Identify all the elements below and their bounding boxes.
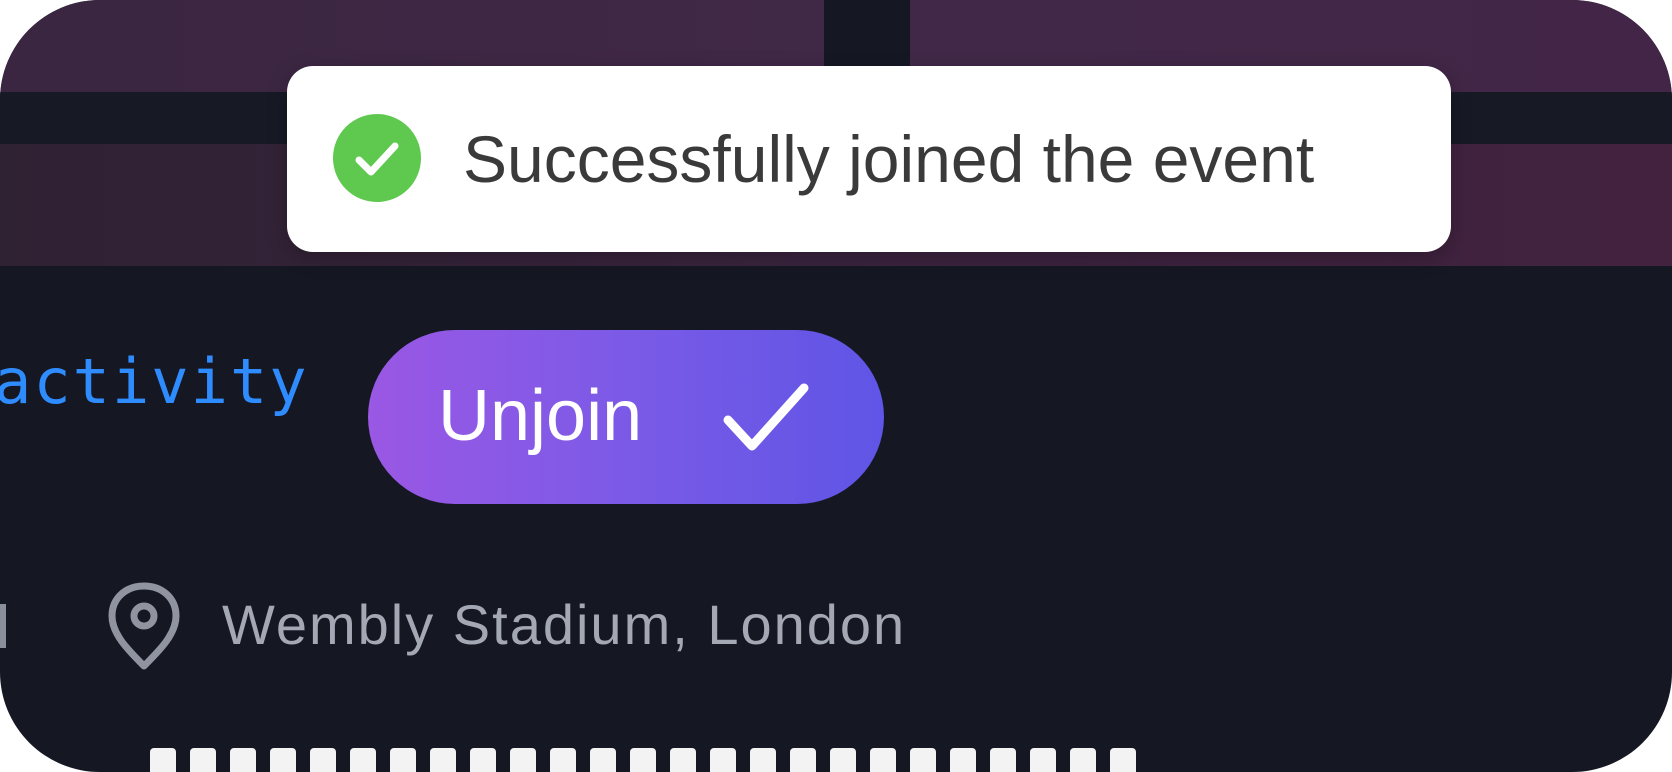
event-card: activity Unjoin Wembly Stadium, London S…: [0, 0, 1672, 772]
activity-link[interactable]: activity: [0, 342, 309, 422]
check-circle-glyph: [355, 142, 399, 176]
unjoin-button[interactable]: Unjoin: [368, 330, 884, 504]
location-pin-icon: [108, 582, 180, 670]
success-toast: Successfully joined the event: [287, 66, 1451, 252]
checkmark-icon: [723, 383, 809, 451]
description-text-cutoff: [150, 748, 1250, 772]
toast-message: Successfully joined the event: [463, 122, 1315, 196]
check-circle-icon: [333, 114, 421, 202]
event-location: Wembly Stadium, London: [222, 593, 907, 656]
row-separator: [0, 604, 6, 648]
unjoin-button-label: Unjoin: [438, 376, 643, 456]
